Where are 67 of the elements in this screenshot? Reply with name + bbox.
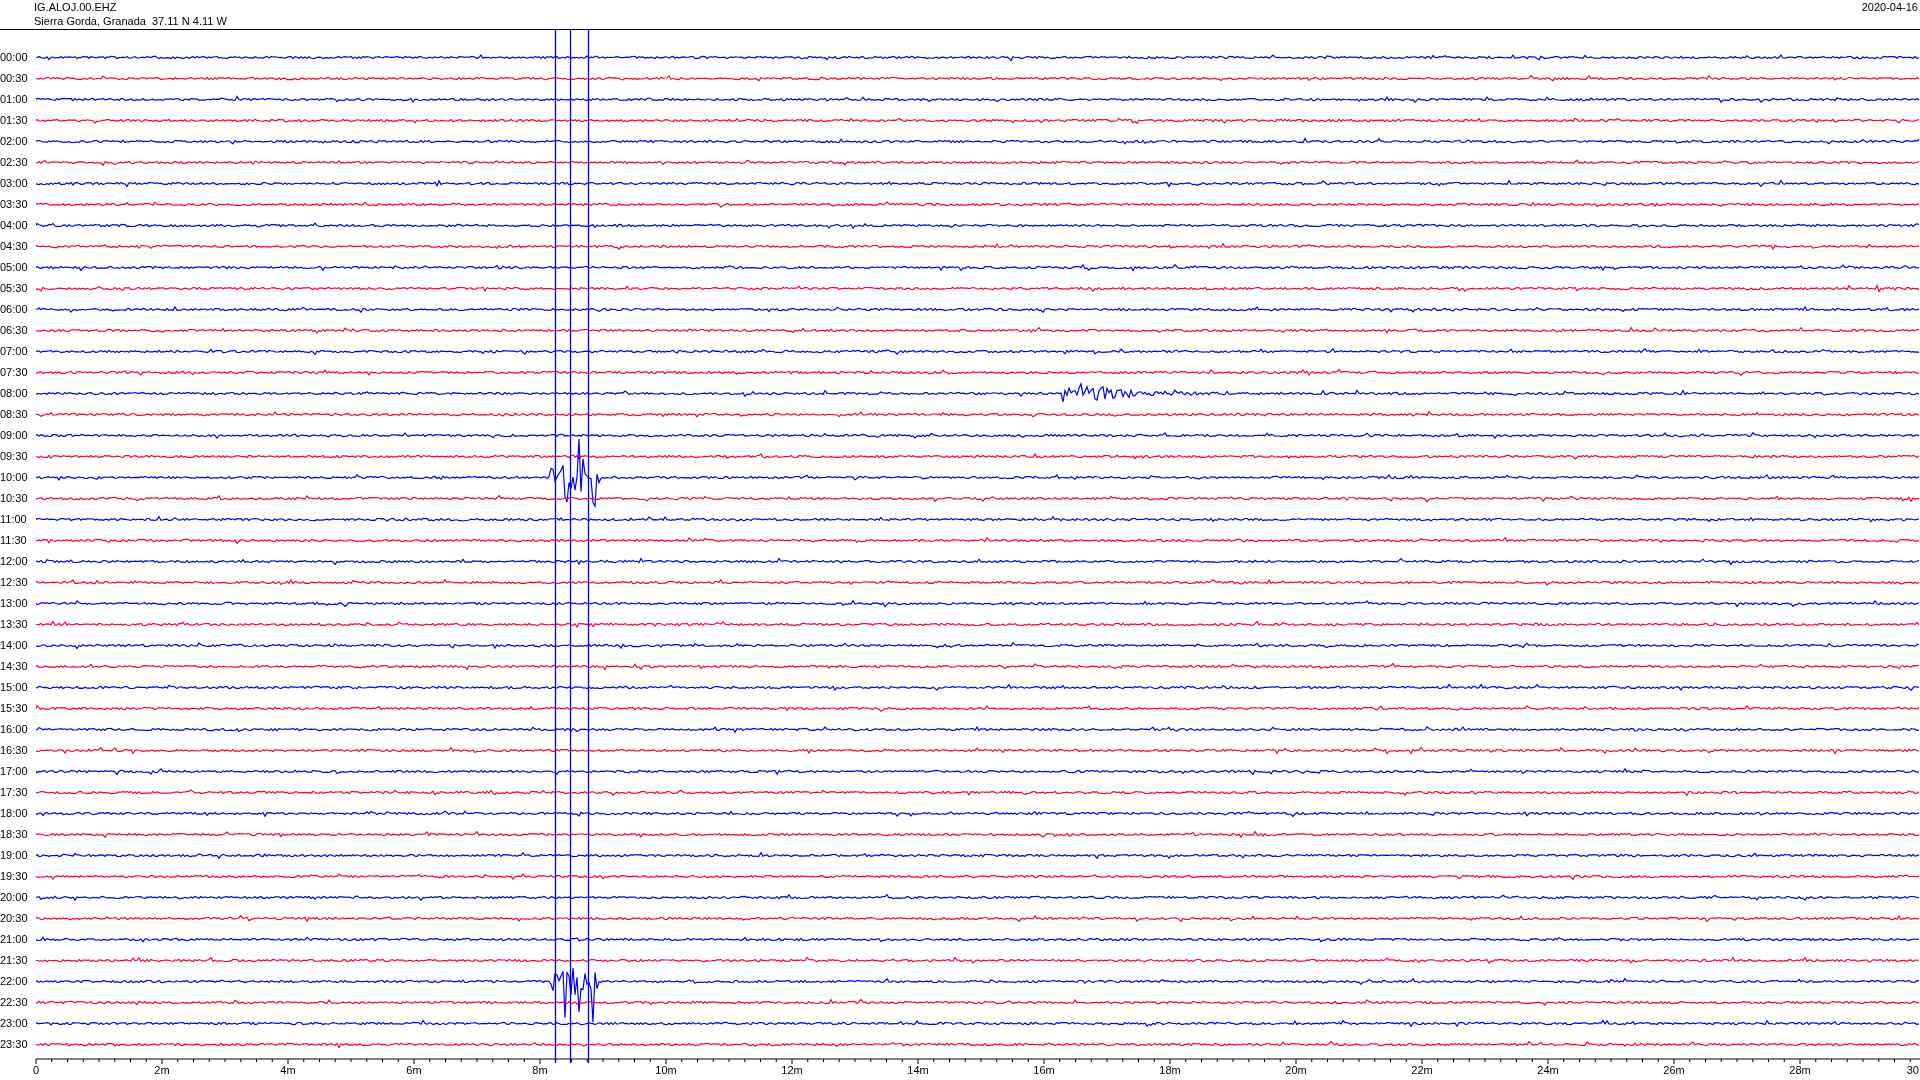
axis-label: 14m <box>907 1064 929 1076</box>
time-label: 20:30 <box>0 911 29 926</box>
time-label: 00:30 <box>0 71 29 86</box>
time-label: 10:30 <box>0 491 29 506</box>
time-label: 18:30 <box>0 827 29 842</box>
axis-label: 4m <box>280 1064 296 1076</box>
axis-label: 24m <box>1537 1064 1559 1076</box>
time-label: 10:00 <box>0 470 29 485</box>
axis-label: 16m <box>1033 1064 1055 1076</box>
time-label: 05:00 <box>0 260 29 275</box>
time-label: 00:00 <box>0 50 29 65</box>
time-label: 23:00 <box>0 1016 29 1031</box>
time-label: 15:30 <box>0 701 29 716</box>
time-label: 01:00 <box>0 92 29 107</box>
axis-label: 18m <box>1159 1064 1181 1076</box>
record-date: 2020-04-16 <box>1861 0 1918 15</box>
time-label: 19:30 <box>0 869 29 884</box>
time-label: 16:30 <box>0 743 29 758</box>
axis-label: 2m <box>154 1064 170 1076</box>
time-label: 14:30 <box>0 659 29 674</box>
time-label: 13:30 <box>0 617 29 632</box>
time-label: 21:30 <box>0 953 29 968</box>
time-label: 03:30 <box>0 197 29 212</box>
time-label: 11:00 <box>0 512 28 527</box>
time-label: 22:00 <box>0 974 29 989</box>
time-label: 04:00 <box>0 218 29 233</box>
axis-label: 12m <box>781 1064 803 1076</box>
time-label: 21:00 <box>0 932 29 947</box>
time-label: 04:30 <box>0 239 29 254</box>
station-location: Sierra Gorda, Granada 37.11 N 4.11 W <box>34 14 227 28</box>
time-label: 02:30 <box>0 155 29 170</box>
time-label: 23:30 <box>0 1037 29 1052</box>
time-label: 20:00 <box>0 890 29 905</box>
time-label: 16:00 <box>0 722 29 737</box>
axis-label: 28m <box>1789 1064 1811 1076</box>
time-label: 07:30 <box>0 365 29 380</box>
time-label: 06:30 <box>0 323 29 338</box>
time-label: 14:00 <box>0 638 29 653</box>
axis-label: 22m <box>1411 1064 1433 1076</box>
axis-label: 10m <box>655 1064 677 1076</box>
time-label: 07:00 <box>0 344 29 359</box>
time-label: 09:00 <box>0 428 29 443</box>
time-label: 17:30 <box>0 785 29 800</box>
axis-label: 6m <box>406 1064 422 1076</box>
time-label: 08:30 <box>0 407 29 422</box>
time-label: 13:00 <box>0 596 29 611</box>
axis-label: 0 <box>32 1064 40 1076</box>
time-label: 15:00 <box>0 680 29 695</box>
time-label: 01:30 <box>0 113 29 128</box>
time-label: 08:00 <box>0 386 29 401</box>
axis-label: 26m <box>1663 1064 1685 1076</box>
time-label: 17:00 <box>0 764 29 779</box>
time-label: 11:30 <box>0 533 28 548</box>
axis-label: 8m <box>532 1064 548 1076</box>
time-label: 05:30 <box>0 281 29 296</box>
time-label: 19:00 <box>0 848 29 863</box>
time-label: 09:30 <box>0 449 29 464</box>
axis-label: 20m <box>1285 1064 1307 1076</box>
time-label: 22:30 <box>0 995 29 1010</box>
time-label: 02:00 <box>0 134 29 149</box>
time-label: 03:00 <box>0 176 29 191</box>
axis-label: 30 <box>1906 1064 1919 1076</box>
time-label: 12:30 <box>0 575 29 590</box>
time-label: 12:00 <box>0 554 29 569</box>
time-label: 06:00 <box>0 302 29 317</box>
time-label: 18:00 <box>0 806 29 821</box>
station-code: IG.ALOJ.00.EHZ <box>34 0 118 14</box>
